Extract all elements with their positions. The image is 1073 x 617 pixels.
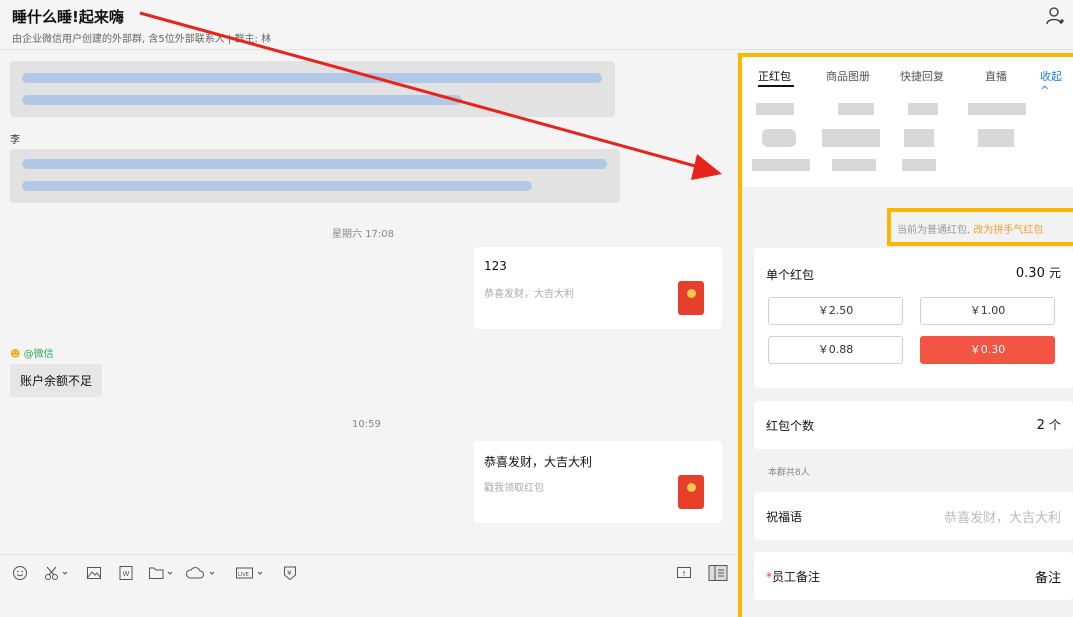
packet-count-label: 红包个数 [766, 419, 815, 433]
blurred-item [838, 103, 874, 115]
amount-option[interactable]: ￥0.88 [768, 336, 903, 364]
blurred-item [902, 159, 936, 171]
blurred-item [752, 159, 810, 171]
staff-remark-label: *员工备注 [766, 570, 821, 584]
timestamp: 10:59 [352, 419, 381, 430]
red-packet-subtitle: 戳我领取红包 [484, 483, 544, 494]
svg-text:¥: ¥ [287, 569, 292, 577]
sender-name: 李 [10, 135, 20, 146]
screenshot-icon[interactable] [44, 565, 70, 581]
image-icon[interactable] [86, 565, 102, 581]
wechat-sender-tag: ☻ @微信 [10, 349, 54, 360]
blurred-message [10, 149, 620, 203]
timestamp: 星期六 17:08 [332, 229, 394, 240]
single-amount-label: 单个红包 [766, 268, 815, 282]
red-packet-type-notice: 当前为普通红包, 改为拼手气红包 [887, 208, 1073, 246]
blessing-card: 祝福语 恭喜发财，大吉大利 [754, 492, 1073, 540]
input-toolbar: W LIVE ¥ [0, 554, 738, 617]
blurred-item [904, 129, 934, 147]
text-message: 账户余额不足 [10, 364, 103, 397]
tab-product-album[interactable]: 商品图册 [826, 68, 870, 84]
sidebar-toggle-icon[interactable] [708, 565, 728, 581]
svg-text:LIVE: LIVE [238, 572, 249, 578]
blessing-input[interactable]: 恭喜发财，大吉大利 [944, 507, 1061, 526]
tab-live[interactable]: 直播 [985, 68, 1007, 84]
comment-icon[interactable] [676, 565, 692, 581]
live-icon[interactable]: LIVE [235, 565, 267, 581]
chat-area: 李 星期六 17:08 123 恭喜发财，大吉大利 ☻ @微信 账户余额不足 1… [0, 51, 738, 554]
red-packet-title: 123 [484, 259, 507, 273]
staff-remark-card: *员工备注 备注 [754, 552, 1073, 600]
folder-icon[interactable] [148, 565, 176, 581]
notice-text: 当前为普通红包, [897, 225, 971, 236]
word-doc-icon[interactable]: W [118, 565, 134, 581]
group-subtitle: 由企业微信用户创建的外部群, 含5位外部联系人 | 群主: 林 [12, 34, 271, 45]
red-packet-subtitle: 恭喜发财，大吉大利 [484, 289, 574, 300]
blurred-item [832, 159, 876, 171]
amount-option[interactable]: ￥2.50 [768, 297, 903, 325]
packet-count-card: 红包个数 2 个 [754, 401, 1073, 449]
blessing-label: 祝福语 [766, 510, 803, 524]
svg-text:W: W [123, 570, 130, 578]
amount-option[interactable]: ￥1.00 [920, 297, 1055, 325]
red-packet-title: 恭喜发财，大吉大利 [484, 455, 593, 469]
staff-remark-input[interactable]: 备注 [1035, 567, 1061, 586]
tab-red-packet[interactable]: 正红包 [758, 68, 791, 84]
collapse-button[interactable]: 收起 ^ [1040, 68, 1073, 97]
active-tab-underline [758, 85, 794, 87]
emoji-avatar-icon: ☻ [10, 349, 21, 360]
blurred-item [762, 129, 796, 147]
blurred-item [756, 103, 794, 115]
blurred-message [10, 61, 615, 117]
packet-count-value[interactable]: 2 个 [1037, 416, 1061, 433]
blurred-item [978, 129, 1014, 147]
emoji-icon[interactable] [12, 565, 28, 581]
single-amount-value[interactable]: 0.30 元 [1016, 264, 1061, 281]
amount-option-selected[interactable]: ￥0.30 [920, 336, 1055, 364]
red-packet-message[interactable]: 123 恭喜发财，大吉大利 [474, 247, 722, 329]
red-packet-panel: 正红包 商品图册 快捷回复 直播 收起 ^ 当前为普通红包, 改为拼手气红包 单… [738, 53, 1073, 617]
switch-lucky-packet-link[interactable]: 改为拼手气红包 [973, 225, 1043, 236]
red-packet-message[interactable]: 恭喜发财，大吉大利 戳我领取红包 [474, 441, 722, 523]
red-envelope-icon [678, 281, 704, 315]
single-amount-card: 单个红包 0.30 元 ￥2.50 ￥1.00 ￥0.88 ￥0.30 [754, 248, 1073, 388]
blurred-item [822, 129, 880, 147]
add-member-icon[interactable] [1045, 6, 1065, 26]
blurred-item [968, 103, 1026, 115]
chat-header: 睡什么睡!起来嗨 由企业微信用户创建的外部群, 含5位外部联系人 | 群主: 林 [0, 0, 1073, 50]
cloud-icon[interactable] [186, 565, 218, 581]
tab-quick-reply[interactable]: 快捷回复 [900, 68, 944, 84]
red-envelope-icon [678, 475, 704, 509]
panel-tabs: 正红包 商品图册 快捷回复 直播 收起 ^ [742, 57, 1073, 187]
group-title: 睡什么睡!起来嗨 [12, 8, 124, 26]
red-packet-icon[interactable]: ¥ [282, 565, 298, 581]
blurred-item [908, 103, 938, 115]
group-member-count: 本群共8人 [768, 468, 810, 478]
